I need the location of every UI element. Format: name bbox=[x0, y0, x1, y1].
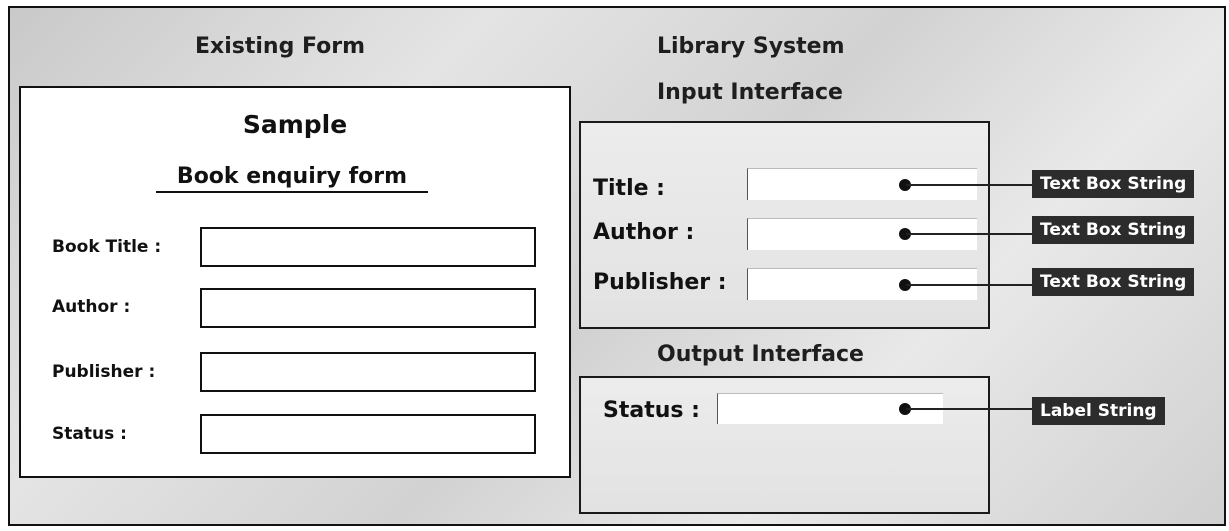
input-title-label: Title : bbox=[593, 176, 665, 201]
publisher-connector-line bbox=[906, 284, 1032, 286]
author-field[interactable] bbox=[200, 288, 536, 328]
input-interface-heading: Input Interface bbox=[657, 80, 843, 105]
status-label: Status : bbox=[52, 424, 127, 444]
library-system-heading: Library System bbox=[657, 34, 845, 59]
status-field[interactable] bbox=[200, 414, 536, 454]
output-interface-heading: Output Interface bbox=[657, 342, 864, 367]
publisher-field[interactable] bbox=[200, 352, 536, 392]
book-enquiry-subtitle: Book enquiry form bbox=[156, 164, 428, 193]
existing-form-panel: Sample Book enquiry form Book Title : Au… bbox=[19, 86, 571, 478]
book-title-field[interactable] bbox=[200, 227, 536, 267]
publisher-type-tag: Text Box String bbox=[1032, 268, 1195, 296]
existing-form-heading: Existing Form bbox=[195, 34, 366, 59]
author-connector-line bbox=[906, 233, 1032, 235]
input-author-label: Author : bbox=[593, 220, 695, 245]
title-connector-line bbox=[906, 184, 1032, 186]
author-label: Author : bbox=[52, 297, 131, 317]
author-type-tag: Text Box String bbox=[1032, 216, 1195, 244]
title-type-tag: Text Box String bbox=[1032, 170, 1195, 198]
output-status-label: Status : bbox=[603, 398, 700, 423]
publisher-label: Publisher : bbox=[52, 362, 156, 382]
book-title-label: Book Title : bbox=[52, 237, 162, 257]
input-publisher-label: Publisher : bbox=[593, 270, 727, 295]
sample-title: Sample bbox=[242, 110, 348, 139]
status-type-tag: Label String bbox=[1032, 397, 1165, 425]
status-connector-line bbox=[906, 408, 1032, 410]
